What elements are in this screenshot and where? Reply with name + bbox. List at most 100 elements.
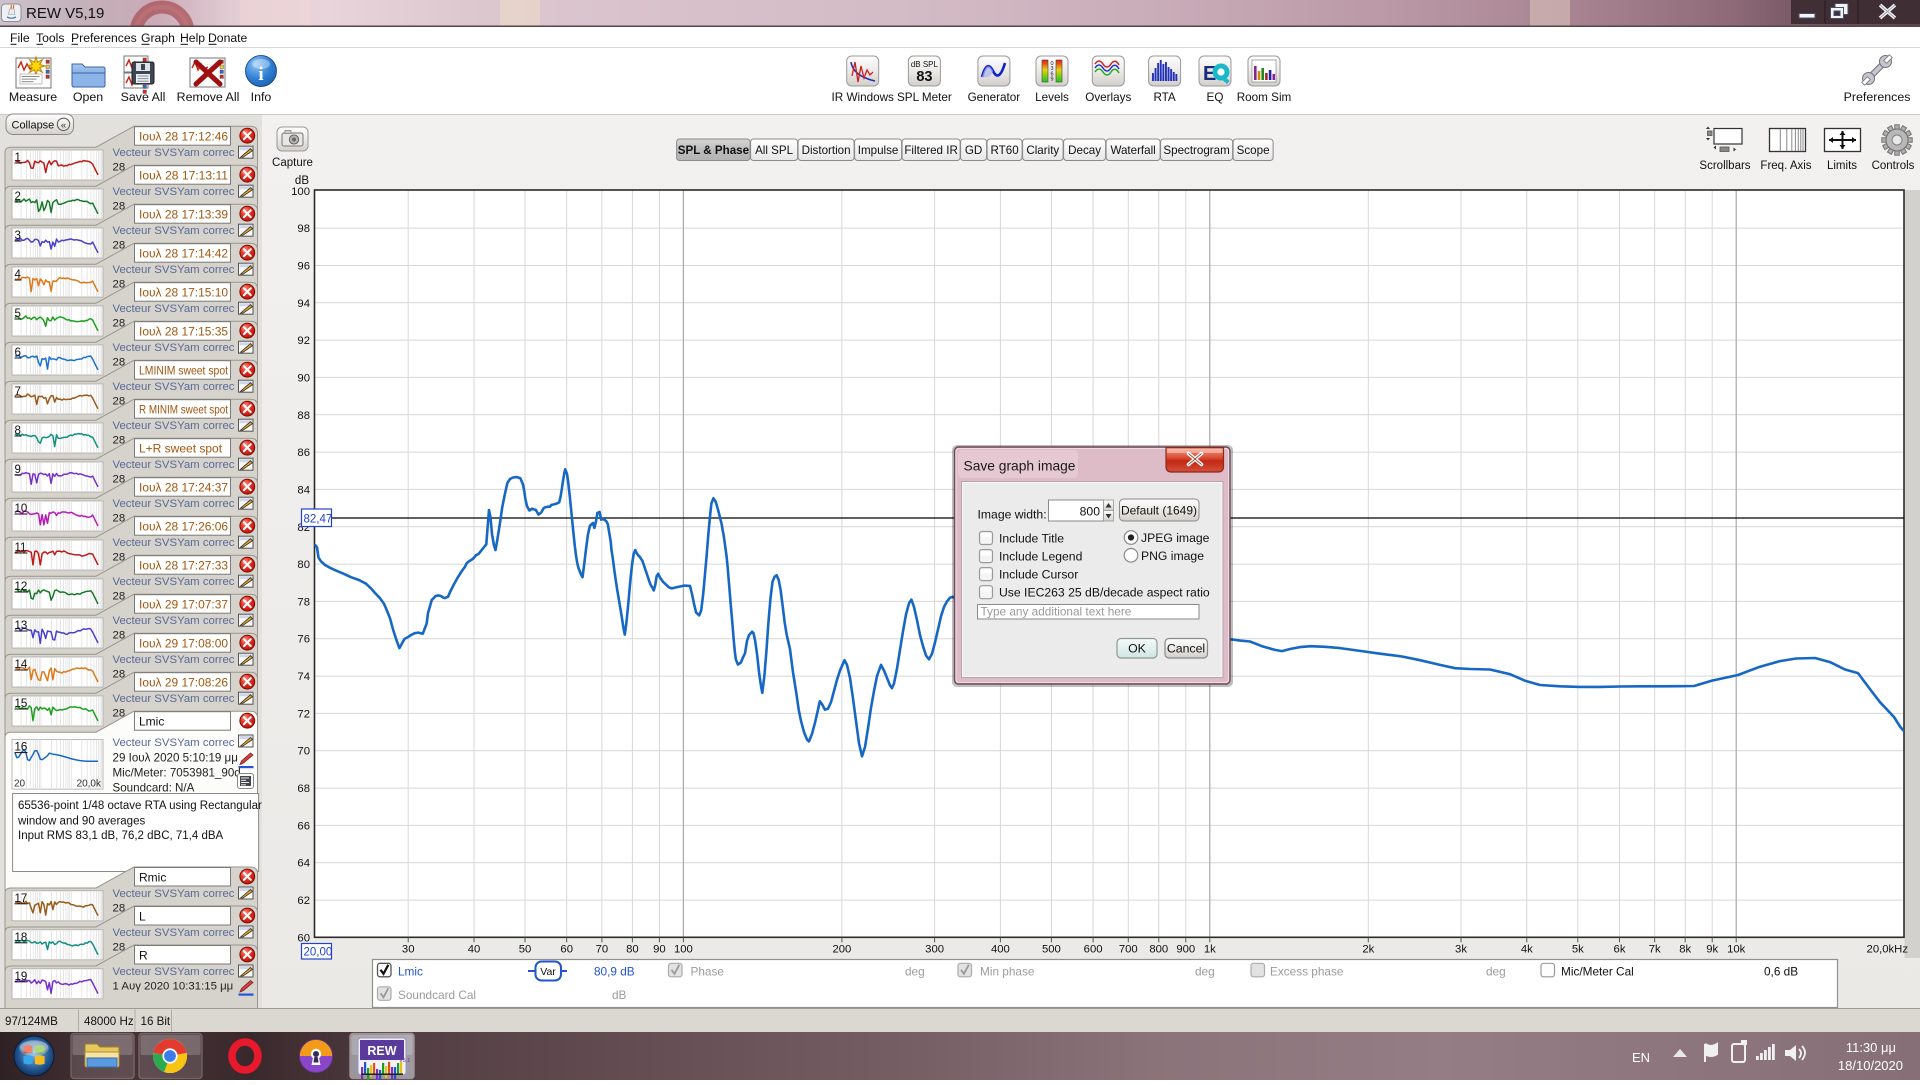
svg-text:70: 70 bbox=[596, 944, 609, 956]
svg-text:RT60: RT60 bbox=[991, 144, 1019, 157]
svg-text:96: 96 bbox=[297, 261, 310, 273]
svg-text:13: 13 bbox=[15, 620, 28, 632]
svg-text:82,47: 82,47 bbox=[304, 514, 333, 526]
svg-text:Vecteur SVSYam correc: Vecteur SVSYam correc bbox=[113, 888, 235, 900]
svg-text:80,9 dB: 80,9 dB bbox=[594, 965, 635, 979]
svg-text:11: 11 bbox=[15, 542, 27, 554]
svg-text:Var: Var bbox=[540, 966, 556, 978]
svg-text:REW: REW bbox=[367, 1044, 396, 1058]
svg-text:Capture: Capture bbox=[272, 157, 313, 169]
svg-text:1 Αυγ 2020 10:31:15 μμ: 1 Αυγ 2020 10:31:15 μμ bbox=[113, 981, 234, 993]
svg-text:Decay: Decay bbox=[1068, 144, 1101, 157]
svg-text:Vecteur SVSYam correc: Vecteur SVSYam correc bbox=[113, 303, 235, 315]
svg-text:Ιουλ 28 17:13:39: Ιουλ 28 17:13:39 bbox=[139, 208, 228, 222]
svg-text:Vecteur SVSYam correc: Vecteur SVSYam correc bbox=[113, 966, 235, 978]
svg-text:16: 16 bbox=[15, 742, 28, 754]
svg-text:Preferences: Preferences bbox=[71, 31, 137, 45]
svg-text:300: 300 bbox=[925, 944, 944, 956]
svg-text:Vecteur SVSYam correc: Vecteur SVSYam correc bbox=[113, 615, 235, 627]
svg-text:Measure: Measure bbox=[9, 90, 57, 104]
svg-text:20: 20 bbox=[14, 779, 26, 790]
svg-text:80: 80 bbox=[626, 944, 639, 956]
svg-text:50: 50 bbox=[519, 944, 532, 956]
svg-text:Ιουλ 28 17:13:11: Ιουλ 28 17:13:11 bbox=[139, 169, 228, 183]
svg-text:R: R bbox=[139, 948, 148, 962]
svg-text:Vecteur SVSYam correc: Vecteur SVSYam correc bbox=[113, 381, 235, 393]
svg-text:48000 Hz: 48000 Hz bbox=[84, 1015, 134, 1028]
svg-text:Vecteur SVSYam correc: Vecteur SVSYam correc bbox=[113, 342, 235, 354]
svg-text:RTA: RTA bbox=[1153, 91, 1175, 104]
svg-text:8k: 8k bbox=[1679, 944, 1691, 956]
svg-text:Mic/Meter Cal: Mic/Meter Cal bbox=[1561, 965, 1634, 979]
svg-text:1: 1 bbox=[15, 152, 21, 164]
svg-text:10k: 10k bbox=[1727, 944, 1746, 956]
svg-text:30: 30 bbox=[402, 944, 415, 956]
svg-text:Limits: Limits bbox=[1827, 160, 1857, 172]
svg-text:18/10/2020: 18/10/2020 bbox=[1838, 1058, 1903, 1073]
svg-text:Mic/Meter: 7053981_90d: Mic/Meter: 7053981_90d bbox=[113, 767, 241, 780]
svg-text:29 Ιουλ 2020 5:10:19 μμ: 29 Ιουλ 2020 5:10:19 μμ bbox=[113, 752, 238, 765]
svg-text:98: 98 bbox=[297, 223, 310, 235]
svg-text:11:30 μμ: 11:30 μμ bbox=[1846, 1040, 1896, 1055]
svg-text:Ιουλ 28 17:27:33: Ιουλ 28 17:27:33 bbox=[139, 559, 228, 573]
svg-text:Lmic: Lmic bbox=[139, 715, 164, 729]
svg-text:Vecteur SVSYam correc: Vecteur SVSYam correc bbox=[113, 147, 235, 159]
svg-text:EN: EN bbox=[1632, 1050, 1650, 1065]
svg-text:deg: deg bbox=[905, 965, 925, 979]
svg-text:90: 90 bbox=[297, 372, 310, 384]
svg-text:Collapse: Collapse bbox=[12, 120, 55, 132]
svg-text:80: 80 bbox=[297, 559, 310, 571]
svg-text:deg: deg bbox=[1195, 965, 1215, 979]
svg-text:14: 14 bbox=[15, 659, 28, 671]
svg-text:100: 100 bbox=[291, 186, 310, 198]
svg-text:92: 92 bbox=[297, 335, 310, 347]
svg-text:Vecteur SVSYam correc: Vecteur SVSYam correc bbox=[113, 693, 235, 705]
svg-text:File: File bbox=[10, 31, 30, 45]
svg-text:Default (1649): Default (1649) bbox=[1121, 504, 1197, 518]
svg-text:19: 19 bbox=[15, 971, 28, 983]
svg-text:68: 68 bbox=[297, 783, 310, 795]
svg-text:Info: Info bbox=[251, 90, 272, 104]
svg-text:Vecteur SVSYam correc: Vecteur SVSYam correc bbox=[113, 264, 235, 276]
svg-text:Vecteur SVSYam correc: Vecteur SVSYam correc bbox=[113, 927, 235, 939]
svg-text:Vecteur SVSYam correc: Vecteur SVSYam correc bbox=[113, 576, 235, 588]
svg-text:Image width:: Image width: bbox=[978, 508, 1047, 522]
svg-text:Vecteur SVSYam correc: Vecteur SVSYam correc bbox=[113, 654, 235, 666]
svg-text:76: 76 bbox=[297, 634, 310, 646]
svg-text:dB SPL: dB SPL bbox=[911, 60, 939, 69]
svg-text:Vecteur SVSYam correc: Vecteur SVSYam correc bbox=[113, 537, 235, 549]
svg-text:PNG image: PNG image bbox=[1141, 549, 1204, 563]
svg-text:Room Sim: Room Sim bbox=[1237, 91, 1292, 104]
svg-text:i: i bbox=[258, 64, 263, 85]
svg-text:5: 5 bbox=[15, 308, 21, 320]
svg-text:7: 7 bbox=[15, 386, 21, 398]
svg-text:Ιουλ 28 17:15:35: Ιουλ 28 17:15:35 bbox=[139, 325, 228, 339]
svg-text:Remove All: Remove All bbox=[177, 90, 240, 104]
svg-text:JPEG image: JPEG image bbox=[1141, 531, 1210, 545]
svg-text:Ιουλ 28 17:14:42: Ιουλ 28 17:14:42 bbox=[139, 247, 228, 261]
svg-text:40: 40 bbox=[468, 944, 481, 956]
svg-text:90: 90 bbox=[653, 944, 666, 956]
svg-text:2k: 2k bbox=[1362, 944, 1374, 956]
svg-text:Clarity: Clarity bbox=[1026, 144, 1059, 157]
svg-text:900: 900 bbox=[1176, 944, 1195, 956]
svg-text:window and 90 averages: window and 90 averages bbox=[17, 816, 145, 828]
svg-text:Ιουλ 28 17:15:10: Ιουλ 28 17:15:10 bbox=[139, 286, 228, 300]
svg-text:REW V5,19: REW V5,19 bbox=[26, 5, 104, 22]
svg-text:800: 800 bbox=[1149, 944, 1168, 956]
svg-text:78: 78 bbox=[297, 596, 310, 608]
svg-text:72: 72 bbox=[297, 708, 310, 720]
svg-text:64: 64 bbox=[297, 858, 310, 870]
svg-text:4k: 4k bbox=[1521, 944, 1533, 956]
svg-text:20,0k: 20,0k bbox=[77, 779, 102, 790]
svg-text:Ιουλ 28 17:26:06: Ιουλ 28 17:26:06 bbox=[139, 520, 228, 534]
svg-text:L: L bbox=[139, 909, 146, 923]
svg-text:R MINIM sweet spot: R MINIM sweet spot bbox=[139, 403, 229, 417]
svg-text:10: 10 bbox=[15, 503, 28, 515]
svg-text:GD: GD bbox=[965, 144, 982, 157]
svg-text:9: 9 bbox=[15, 464, 21, 476]
svg-text:83: 83 bbox=[916, 69, 932, 85]
svg-text:800: 800 bbox=[1080, 505, 1101, 519]
svg-text:Vecteur SVSYam correc: Vecteur SVSYam correc bbox=[113, 225, 235, 237]
svg-text:Cancel: Cancel bbox=[1167, 642, 1205, 656]
